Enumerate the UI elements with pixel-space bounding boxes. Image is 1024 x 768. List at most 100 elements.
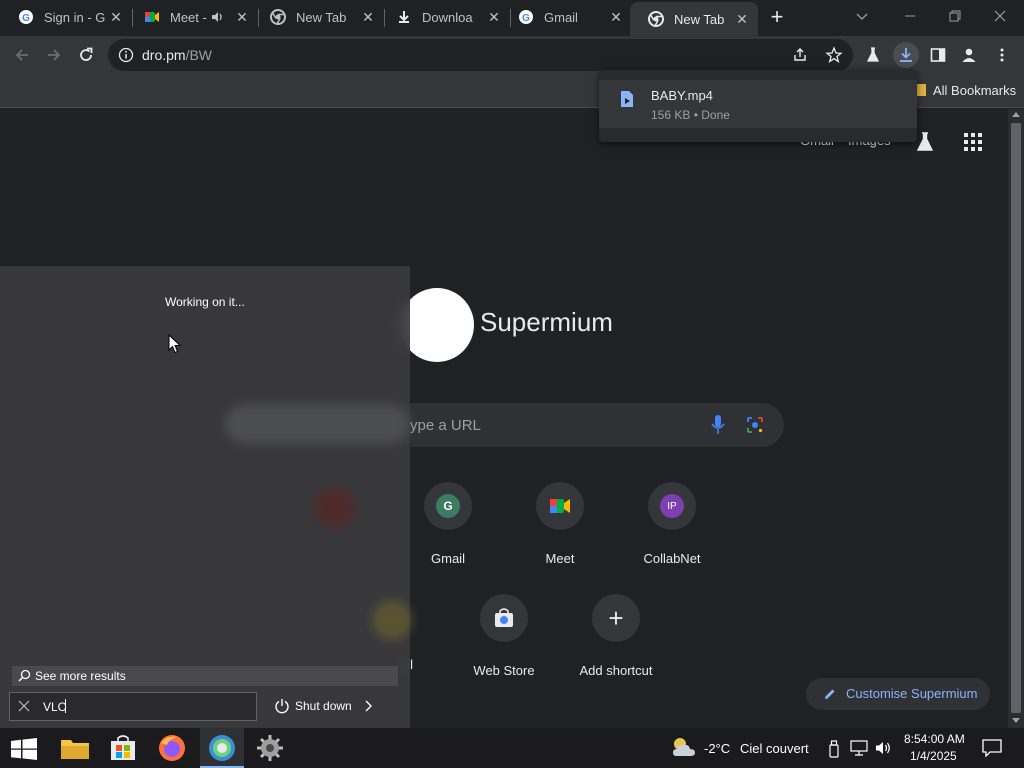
profile-icon[interactable] [956,42,982,68]
tab-title: Sign in - G [44,9,106,25]
tab-search-chevron-icon[interactable] [854,8,870,24]
download-status: 156 KB • Done [651,108,730,122]
action-center-icon[interactable] [982,739,1002,757]
tab-new-tab-active[interactable]: New Tab ✕ [630,2,758,36]
tab-gmail[interactable]: G Gmail ✕ [500,0,632,34]
taskbar: -2°C Ciel couvert 8:54:00 AM 1/4/2025 [0,728,1024,768]
address-bar[interactable]: dro.pm/BW [108,39,853,71]
menu-kebab-icon[interactable] [989,42,1015,68]
clock-date[interactable]: 1/4/2025 [910,749,957,763]
start-search-input[interactable]: VLC [9,692,257,721]
microphone-icon[interactable] [709,414,727,436]
download-bubble: BABY.mp4 156 KB • Done [599,70,917,142]
supermium-icon [207,733,237,763]
windows-start-icon[interactable] [11,738,37,760]
clock-time[interactable]: 8:54:00 AM [904,732,965,746]
supermium-taskbar-button[interactable] [200,728,244,768]
see-more-label: See more results [35,669,126,683]
lens-icon[interactable] [745,415,765,435]
shortcut-collabnet[interactable]: IP CollabNet [616,482,728,582]
shortcut-web-store[interactable]: Web Store [448,594,560,694]
page-scrollbar[interactable] [1008,109,1024,728]
close-tab-icon[interactable]: ✕ [108,9,124,25]
tab-new-tab[interactable]: New Tab ✕ [252,0,384,34]
google-icon: G [518,9,534,25]
share-icon[interactable] [792,47,808,63]
download-filename: BABY.mp4 [651,88,713,103]
search-input-value: VLC [43,700,67,714]
text-cursor [65,699,66,713]
scroll-down-icon[interactable] [1012,718,1020,723]
volume-icon[interactable] [874,740,892,756]
shutdown-button[interactable]: Shut down [270,694,380,718]
back-button[interactable] [9,42,35,68]
weather-cloud-icon[interactable] [670,736,698,760]
search-placeholder: ype a URL [410,417,481,434]
reload-button[interactable] [73,42,99,68]
tab-title: New Tab [296,9,347,25]
new-tab-button[interactable]: + [766,6,788,29]
blurred-shortcut [372,600,412,640]
forward-button[interactable] [41,42,67,68]
scroll-thumb[interactable] [1011,123,1021,713]
firefox-icon[interactable] [157,733,187,763]
plus-glyph: + [608,602,624,633]
labs-flask-icon[interactable] [860,42,886,68]
bookmark-star-icon[interactable] [825,46,843,64]
download-icon [396,9,412,25]
svg-text:G: G [22,13,30,24]
download-item[interactable]: BABY.mp4 156 KB • Done [599,80,917,128]
customise-button[interactable]: Customise Supermium [806,678,990,710]
labs-flask-icon[interactable] [914,131,936,153]
apps-grid-icon[interactable] [962,131,984,153]
close-tab-icon[interactable]: ✕ [360,9,376,25]
close-tab-icon[interactable]: ✕ [234,9,250,25]
speaker-icon[interactable] [210,10,228,24]
downloads-button[interactable] [893,42,919,68]
shortcut-label: Add shortcut [579,663,653,678]
site-info-icon[interactable] [118,47,134,63]
network-icon[interactable] [850,740,868,756]
shortcut-icon: IP [648,482,696,530]
close-tab-icon[interactable]: ✕ [608,9,624,25]
side-panel-icon[interactable] [925,42,951,68]
search-status-text: Working on it... [165,295,245,309]
microsoft-store-icon[interactable] [108,734,138,762]
logo-text: Supermium [480,307,613,337]
tab-title: Downloa [422,9,473,25]
customise-label: Customise Supermium [846,686,978,701]
search-box[interactable]: ype a URL [400,403,784,447]
blurred-search-box [225,404,410,444]
weather-temperature[interactable]: -2°C [704,741,730,756]
supermium-logo [400,288,474,362]
shortcut-meet[interactable]: Meet [504,482,616,582]
close-window-button[interactable] [990,6,1010,26]
video-file-icon [620,90,634,108]
pencil-icon [822,686,838,702]
settings-gear-icon[interactable] [255,733,285,763]
scroll-up-icon[interactable] [1012,112,1020,117]
svg-text:G: G [522,13,530,24]
file-explorer-icon[interactable] [60,735,90,761]
close-tab-icon[interactable]: ✕ [734,11,750,27]
add-shortcut-button[interactable]: + Add shortcut [560,594,672,694]
minimize-button[interactable] [900,6,920,26]
restore-button[interactable] [945,6,965,26]
meet-icon [144,9,160,25]
all-bookmarks-link[interactable]: All Bookmarks [933,83,1016,98]
url-path: /BW [185,47,213,63]
chevron-right-icon[interactable] [364,698,374,714]
see-more-results[interactable]: See more results [12,666,398,686]
toolbar: dro.pm/BW [0,36,1024,74]
tab-title: New Tab [674,11,725,27]
tab-meet[interactable]: Meet - ✕ [126,0,258,34]
clear-search-icon[interactable] [17,699,31,713]
shortcut-letter: IP [660,494,684,518]
usb-device-icon[interactable] [828,740,840,758]
weather-description[interactable]: Ciel couvert [740,741,809,756]
shortcut-label: CollabNet [643,551,701,566]
tab-sign-in[interactable]: G Sign in - G ✕ [0,0,132,34]
blurred-shortcut [315,488,355,528]
url-text: dro.pm/BW [142,47,212,63]
tab-downloads[interactable]: Downloa ✕ [378,0,510,34]
